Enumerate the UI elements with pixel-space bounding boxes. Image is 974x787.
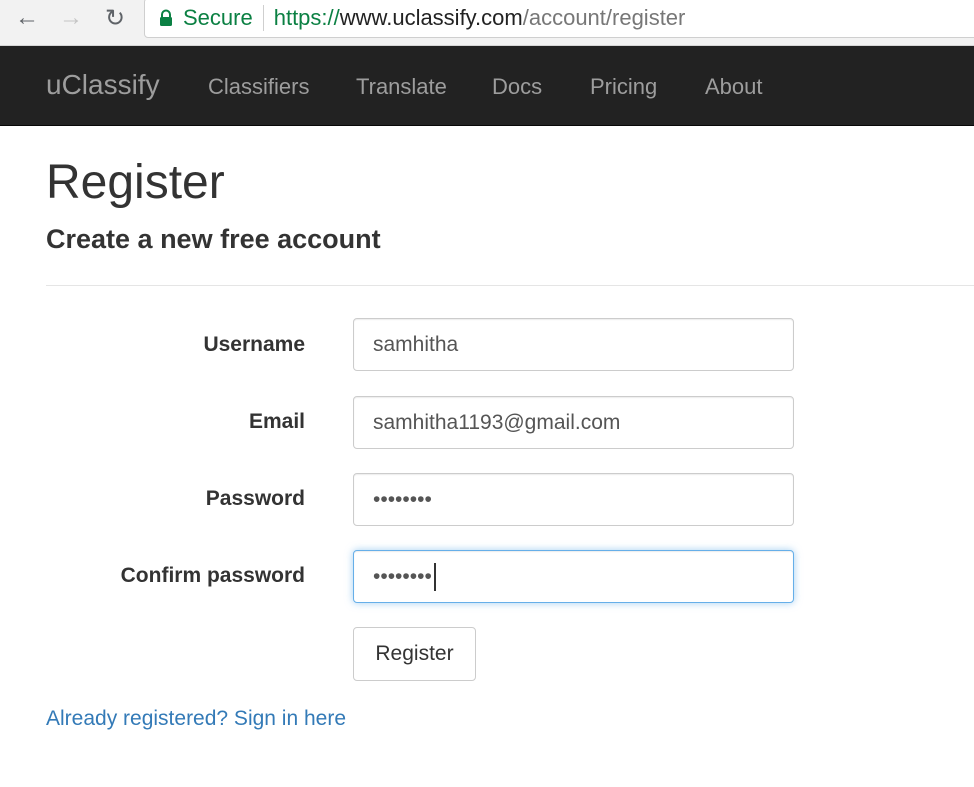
url-host: www.uclassify.com xyxy=(339,5,523,30)
email-input[interactable] xyxy=(353,396,794,449)
url-path: /account/register xyxy=(522,5,686,30)
brand-logo[interactable]: uClassify xyxy=(46,69,160,101)
nav-pricing[interactable]: Pricing xyxy=(590,74,657,100)
nav-about[interactable]: About xyxy=(705,74,763,100)
nav-docs[interactable]: Docs xyxy=(492,74,542,100)
confirm-password-label: Confirm password xyxy=(120,564,305,587)
text-caret xyxy=(434,563,436,591)
reload-icon[interactable]: ↻ xyxy=(100,4,130,32)
url-scheme: https:// xyxy=(273,5,340,30)
lock-icon xyxy=(160,9,172,26)
secure-label: Secure xyxy=(183,5,253,30)
password-input[interactable] xyxy=(353,473,794,526)
address-bar[interactable]: Secure https://www.uclassify.com/account… xyxy=(144,0,974,38)
username-label: Username xyxy=(203,333,305,356)
address-separator xyxy=(262,5,264,31)
password-label: Password xyxy=(205,487,305,510)
confirm-password-input[interactable] xyxy=(353,550,794,603)
site-navbar: uClassify Classifiers Translate Docs Pri… xyxy=(0,46,974,126)
divider xyxy=(46,285,974,286)
register-button[interactable]: Register xyxy=(353,627,476,681)
nav-classifiers[interactable]: Classifiers xyxy=(208,74,309,100)
email-label: Email xyxy=(248,410,305,433)
username-input[interactable] xyxy=(353,318,794,371)
forward-arrow-icon[interactable]: → xyxy=(56,4,86,32)
page-subtitle: Create a new free account xyxy=(46,224,381,254)
browser-toolbar: ← → ↻ Secure https://www.uclassify.com/a… xyxy=(0,0,974,46)
page-title: Register xyxy=(46,156,225,209)
sign-in-link[interactable]: Already registered? Sign in here xyxy=(46,707,346,731)
nav-translate[interactable]: Translate xyxy=(356,74,447,100)
back-arrow-icon[interactable]: ← xyxy=(12,4,42,32)
